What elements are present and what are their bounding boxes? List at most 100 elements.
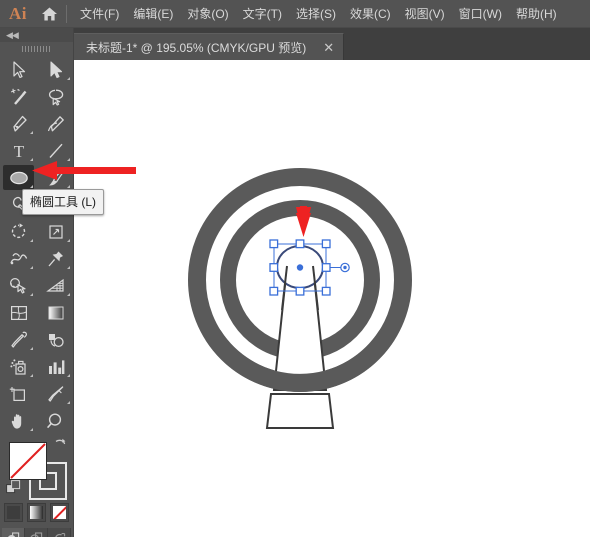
blend-tool[interactable] — [37, 326, 74, 353]
draw-normal-mode[interactable] — [2, 528, 25, 537]
symbol-sprayer-icon — [9, 358, 26, 375]
hand-tool[interactable] — [0, 407, 37, 434]
perspective-grid-tool[interactable] — [37, 272, 74, 299]
eyedropper-icon — [10, 331, 27, 348]
paintbrush-tool[interactable] — [37, 164, 74, 191]
eyedropper-tool[interactable] — [0, 326, 37, 353]
grip-dots-icon — [21, 46, 52, 52]
shape-builder-icon — [9, 277, 26, 294]
handle-bottom-left — [269, 286, 279, 296]
shape-builder-tool[interactable] — [0, 272, 37, 299]
menu-item-list: 文件(F) 编辑(E) 对象(O) 文字(T) 选择(S) 效果(C) 视图(V… — [73, 4, 564, 24]
close-icon[interactable]: ✕ — [320, 41, 337, 54]
pushpin-icon — [48, 251, 63, 266]
line-segment-tool[interactable] — [37, 137, 74, 164]
tools-panel-header: ◀◀ — [0, 28, 73, 42]
column-graph-tool[interactable] — [37, 353, 74, 380]
flyout-indicator-icon — [30, 293, 33, 296]
zoom-tool[interactable] — [37, 407, 74, 434]
paintbrush-icon — [48, 169, 64, 185]
flyout-indicator-icon — [30, 158, 33, 161]
handle-top-center — [295, 239, 305, 249]
flyout-indicator-icon — [67, 239, 70, 242]
menu-help[interactable]: 帮助(H) — [509, 4, 564, 24]
magnifier-icon — [46, 412, 61, 428]
pen-nib-icon — [12, 115, 27, 132]
menu-window[interactable]: 窗口(W) — [452, 4, 509, 24]
document-tab-title: 未标题-1* @ 195.05% (CMYK/GPU 预览) — [86, 40, 307, 55]
draw-mode-buttons — [0, 528, 73, 537]
illustrator-window: Ai 文件(F) 编辑(E) 对象(O) 文字(T) 选择(S) 效果(C) 视… — [0, 0, 590, 537]
ellipse-tool[interactable] — [0, 164, 37, 191]
ellipse-icon — [9, 171, 28, 184]
tower-base — [265, 393, 335, 429]
mesh-tool[interactable] — [0, 299, 37, 326]
tool-tooltip: 椭圆工具 (L) — [22, 189, 105, 215]
symbol-sprayer-tool[interactable] — [0, 353, 37, 380]
flyout-indicator-icon — [67, 374, 70, 377]
tool-grid: T — [0, 56, 73, 434]
handle-bottom-right — [321, 286, 331, 296]
color-mode-buttons — [0, 503, 73, 522]
hand-icon — [11, 413, 21, 429]
flyout-indicator-icon — [30, 185, 33, 188]
gradient-icon — [48, 306, 63, 319]
document-tab-bar: 未标题-1* @ 195.05% (CMYK/GPU 预览) ✕ — [74, 28, 590, 60]
direct-selection-tool[interactable] — [37, 56, 74, 83]
pen-tool[interactable] — [0, 110, 37, 137]
fill-swatch[interactable] — [9, 442, 47, 480]
selection-tool[interactable] — [0, 56, 37, 83]
line-segment-icon — [48, 143, 63, 158]
menu-object[interactable]: 对象(O) — [180, 4, 235, 24]
direct-select-arrow-icon — [49, 60, 62, 78]
artboard-canvas[interactable] — [74, 60, 590, 537]
tools-panel-grip[interactable] — [0, 42, 73, 56]
scale-tool[interactable] — [37, 218, 74, 245]
handle-top-right — [321, 239, 331, 249]
draw-inside-mode[interactable] — [48, 528, 71, 537]
lasso-tool[interactable] — [37, 83, 74, 110]
type-tool[interactable]: T — [0, 137, 37, 164]
menu-effect[interactable]: 效果(C) — [343, 4, 398, 24]
rotate-icon — [11, 222, 25, 238]
default-fill-stroke-icon[interactable] — [6, 480, 21, 500]
artboard-tool[interactable] — [0, 380, 37, 407]
scale-icon — [48, 224, 63, 239]
swap-fill-stroke-icon[interactable] — [53, 438, 67, 457]
slice-knife-icon — [47, 385, 63, 402]
slice-tool[interactable] — [37, 380, 74, 407]
menu-edit[interactable]: 编辑(E) — [126, 4, 180, 24]
bar-chart-icon — [48, 359, 64, 374]
menu-bar: Ai 文件(F) 编辑(E) 对象(O) 文字(T) 选择(S) 效果(C) 视… — [0, 0, 590, 28]
flyout-indicator-icon — [67, 77, 70, 80]
blend-icon — [48, 333, 64, 347]
free-transform-tool[interactable] — [37, 245, 74, 272]
artwork-svg — [188, 168, 412, 429]
solid-color-icon — [7, 506, 20, 519]
menu-view[interactable]: 视图(V) — [398, 4, 452, 24]
home-icon[interactable] — [34, 0, 64, 28]
handle-middle-right — [321, 263, 331, 272]
width-warp-icon — [9, 252, 27, 264]
rotate-tool[interactable] — [0, 218, 37, 245]
color-mode-none[interactable] — [50, 503, 69, 522]
type-t-icon: T — [13, 142, 24, 160]
gradient-tool[interactable] — [37, 299, 74, 326]
artboard-icon — [9, 386, 25, 401]
menu-file[interactable]: 文件(F) — [73, 4, 126, 24]
menu-type[interactable]: 文字(T) — [236, 4, 289, 24]
color-mode-gradient[interactable] — [27, 503, 46, 522]
collapse-panel-icon[interactable]: ◀◀ — [6, 30, 19, 40]
color-mode-solid[interactable] — [4, 503, 23, 522]
width-tool[interactable] — [0, 245, 37, 272]
document-tab[interactable]: 未标题-1* @ 195.05% (CMYK/GPU 预览) ✕ — [74, 33, 345, 60]
draw-behind-icon — [30, 532, 43, 537]
flyout-indicator-icon — [30, 266, 33, 269]
flyout-indicator-icon — [67, 185, 70, 188]
draw-behind-mode[interactable] — [25, 528, 48, 537]
draw-inside-icon — [55, 533, 66, 537]
curvature-tool[interactable] — [37, 110, 74, 137]
magic-wand-tool[interactable] — [0, 83, 37, 110]
curvature-icon — [47, 115, 64, 131]
menu-select[interactable]: 选择(S) — [289, 4, 343, 24]
